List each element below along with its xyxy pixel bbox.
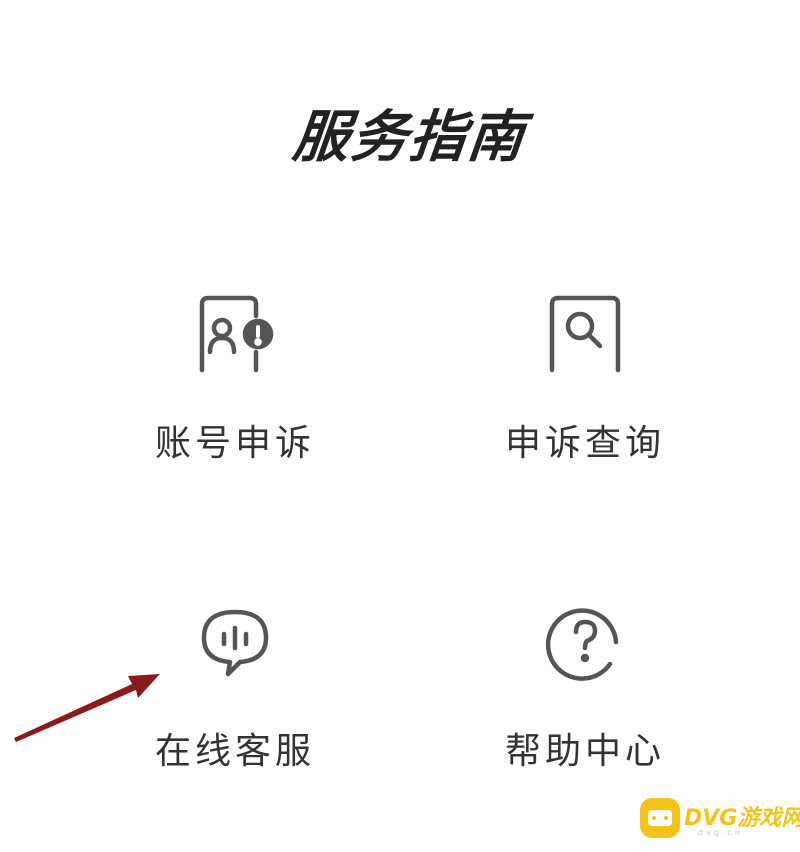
service-appeal-query[interactable]: 申诉查询 bbox=[450, 290, 710, 510]
service-label: 申诉查询 bbox=[504, 423, 665, 464]
watermark: DVG游戏网 dvg.cn bbox=[640, 794, 800, 844]
account-appeal-icon bbox=[190, 290, 280, 380]
watermark-sub: dvg.cn bbox=[698, 828, 743, 837]
question-mark-icon bbox=[540, 598, 630, 688]
chat-bubble-icon bbox=[190, 598, 280, 688]
red-arrow-icon bbox=[14, 674, 160, 742]
service-help-center[interactable]: 帮助中心 bbox=[450, 598, 710, 818]
appeal-search-icon bbox=[540, 290, 630, 380]
service-label: 账号申诉 bbox=[154, 423, 315, 464]
service-label: 帮助中心 bbox=[504, 731, 665, 772]
service-account-appeal[interactable]: 账号申诉 bbox=[100, 290, 360, 510]
gamepad-icon bbox=[640, 798, 680, 838]
